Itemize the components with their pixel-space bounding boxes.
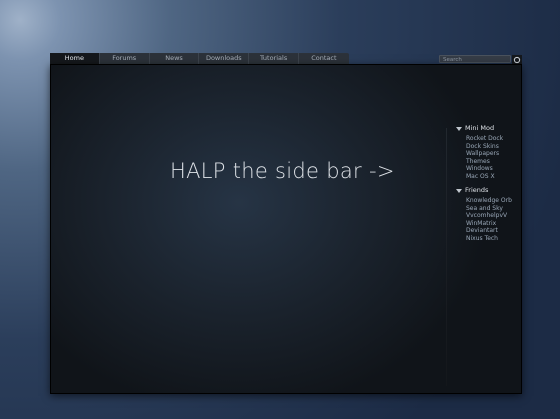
link-list: Rocket Dock Dock Skins Wallpapers Themes…	[466, 135, 503, 181]
triangle-down-icon	[456, 188, 462, 193]
link-dock-skins[interactable]: Dock Skins	[466, 143, 503, 151]
section-title: Friends	[465, 186, 489, 194]
link-deviantart[interactable]: Deviantart	[466, 227, 512, 235]
sidebar-section-friends: Friends Knowledge Orb Sea and Sky Vvcomh…	[456, 186, 512, 243]
page-headline: HALP the side bar ->	[170, 159, 395, 183]
section-header[interactable]: Mini Mod	[456, 124, 503, 133]
section-header[interactable]: Friends	[456, 186, 512, 195]
tab-tutorials[interactable]: Tutorials	[249, 53, 299, 64]
main-panel	[50, 64, 522, 394]
link-themes[interactable]: Themes	[466, 158, 503, 166]
tab-news[interactable]: News	[150, 53, 200, 64]
sidebar-section-mini-mod: Mini Mod Rocket Dock Dock Skins Wallpape…	[456, 124, 503, 181]
top-nav: Home Forums News Downloads Tutorials Con…	[50, 53, 349, 68]
tab-downloads[interactable]: Downloads	[199, 53, 250, 64]
search-input[interactable]: Search	[439, 55, 511, 63]
link-wallpapers[interactable]: Wallpapers	[466, 150, 503, 158]
tab-home[interactable]: Home	[50, 53, 100, 68]
link-vvcomhelpvv[interactable]: VvcomhelpvV	[466, 212, 512, 220]
link-rocket-dock[interactable]: Rocket Dock	[466, 135, 503, 143]
section-title: Mini Mod	[465, 124, 495, 132]
link-nixus-tech[interactable]: Nixus Tech	[466, 235, 512, 243]
triangle-down-icon	[456, 126, 462, 131]
tab-contact[interactable]: Contact	[299, 53, 349, 64]
link-windows[interactable]: Windows	[466, 165, 503, 173]
link-winmatrix[interactable]: WinMatrix	[466, 220, 512, 228]
link-list: Knowledge Orb Sea and Sky VvcomhelpvV Wi…	[466, 197, 512, 243]
link-sea-and-sky[interactable]: Sea and Sky	[466, 205, 512, 213]
link-mac-os-x[interactable]: Mac OS X	[466, 173, 503, 181]
link-knowledge-orb[interactable]: Knowledge Orb	[466, 197, 512, 205]
tab-forums[interactable]: Forums	[100, 53, 150, 64]
sidebar-divider	[446, 128, 447, 386]
